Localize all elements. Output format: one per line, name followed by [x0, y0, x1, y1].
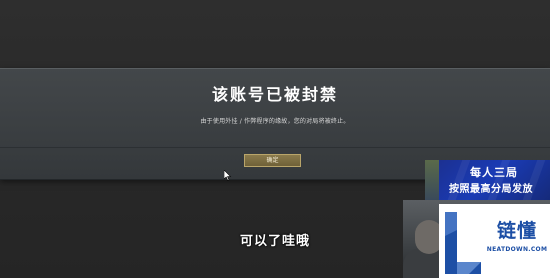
dialog-message: 由于使用外挂 / 作弊程序的缘故，您的对局将被终止。	[200, 118, 350, 125]
dialog-divider	[0, 147, 550, 148]
promo-banner: 每人三局 按照最高分局发放	[425, 160, 550, 200]
site-watermark: 链懂 NEATDOWN.COM	[439, 204, 550, 278]
watermark-domain: NEATDOWN.COM	[486, 246, 548, 253]
watermark-logo-icon	[445, 212, 481, 274]
promo-line-1: 每人三局	[470, 166, 518, 179]
promo-line-2: 按照最高分局发放	[449, 184, 533, 195]
watermark-name: 链懂	[496, 220, 537, 242]
mouse-cursor-icon	[224, 170, 232, 181]
confirm-button[interactable]: 确定	[244, 154, 301, 167]
dialog-title: 该账号已被封禁	[211, 85, 338, 104]
